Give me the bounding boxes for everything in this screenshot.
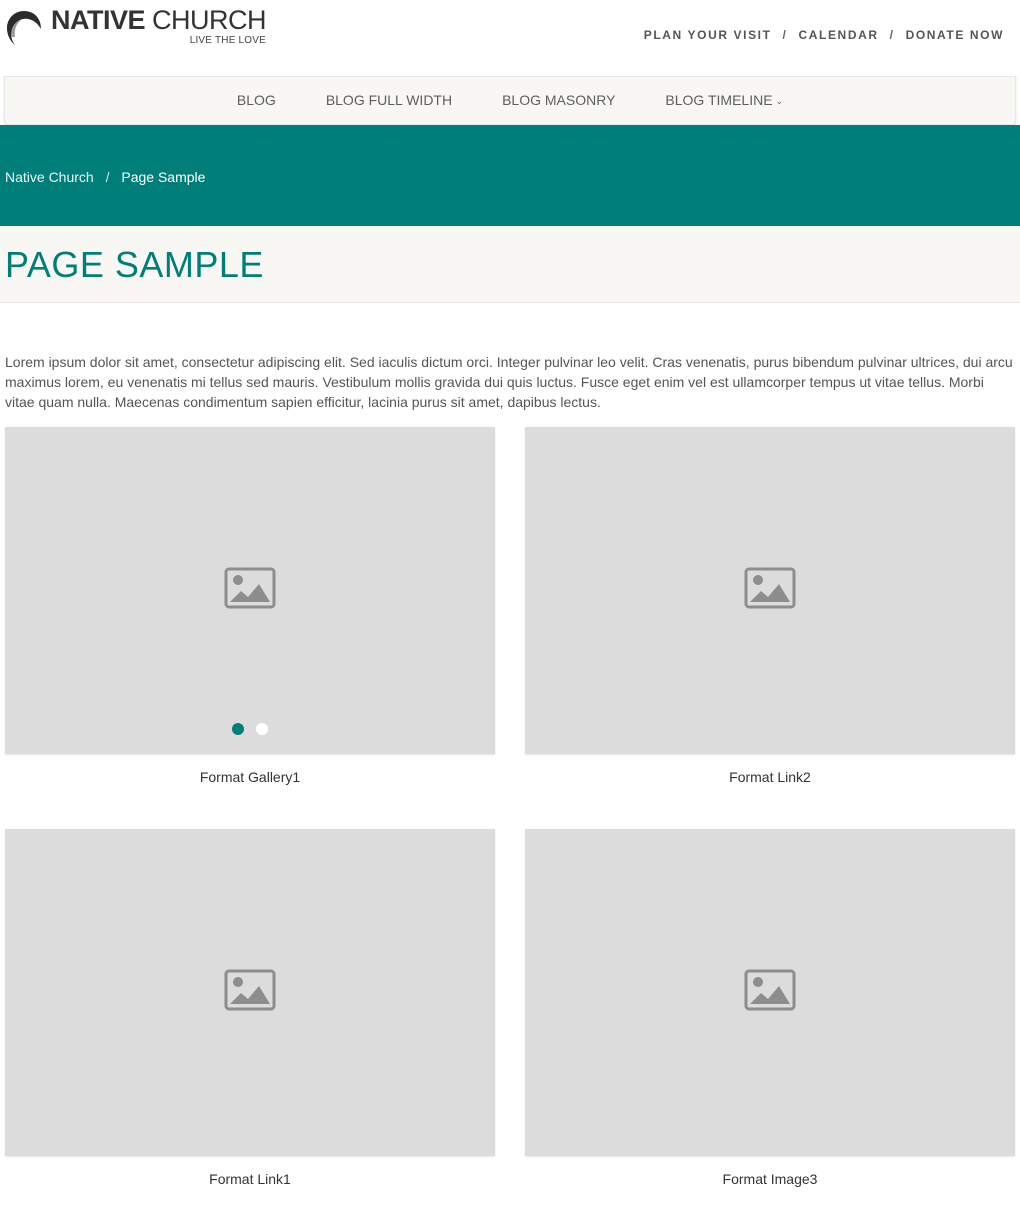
- post-thumbnail[interactable]: [525, 427, 1015, 754]
- site-tagline: LIVE THE LOVE: [189, 35, 267, 46]
- top-nav-separator: /: [782, 28, 788, 42]
- slider-dot[interactable]: [256, 723, 268, 735]
- intro-paragraph: Lorem ipsum dolor sit amet, consectetur …: [5, 354, 1013, 410]
- top-nav-calendar[interactable]: CALENDAR: [798, 28, 878, 42]
- page-title: PAGE SAMPLE: [5, 244, 264, 285]
- slider-dots: [5, 723, 495, 735]
- main-menu-bar: BLOG BLOG FULL WIDTH BLOG MASONRY BLOG T…: [4, 76, 1016, 125]
- top-nav: PLAN YOUR VISIT / CALENDAR / DONATE NOW: [644, 28, 1004, 42]
- post-thumbnail[interactable]: [525, 829, 1015, 1156]
- post-card[interactable]: Format Link2: [525, 427, 1015, 785]
- menu-item-blog-full-width[interactable]: BLOG FULL WIDTH: [326, 92, 452, 108]
- page-title-band: PAGE SAMPLE: [0, 226, 1020, 303]
- breadcrumb-separator: /: [105, 169, 110, 185]
- menu-item-label: BLOG TIMELINE: [665, 92, 773, 108]
- site-name: NATIVE CHURCH: [51, 5, 267, 35]
- post-caption[interactable]: Format Gallery1: [5, 769, 495, 785]
- menu-item-blog-timeline[interactable]: BLOG TIMELINE ⌄: [665, 92, 783, 108]
- image-placeholder-icon: [744, 567, 796, 609]
- top-nav-donate-now[interactable]: DONATE NOW: [906, 28, 1004, 42]
- top-nav-plan-your-visit[interactable]: PLAN YOUR VISIT: [644, 28, 772, 42]
- post-card[interactable]: Format Image3: [525, 829, 1015, 1187]
- post-thumbnail[interactable]: [5, 427, 495, 754]
- image-placeholder-icon: [224, 969, 276, 1011]
- image-placeholder-icon: [224, 567, 276, 609]
- breadcrumb: Native Church / Page Sample: [5, 169, 205, 185]
- site-header: NATIVE CHURCH LIVE THE LOVE PLAN YOUR VI…: [0, 0, 1020, 76]
- post-thumbnail[interactable]: [5, 829, 495, 1156]
- church-logo-icon: [7, 11, 41, 45]
- image-placeholder-icon: [744, 969, 796, 1011]
- post-caption[interactable]: Format Link1: [5, 1171, 495, 1187]
- top-nav-separator: /: [889, 28, 895, 42]
- menu-item-blog-masonry[interactable]: BLOG MASONRY: [502, 92, 615, 108]
- main-menu: BLOG BLOG FULL WIDTH BLOG MASONRY BLOG T…: [5, 92, 1015, 108]
- post-caption[interactable]: Format Image3: [525, 1171, 1015, 1187]
- post-card[interactable]: Format Link1: [5, 829, 495, 1187]
- site-logo[interactable]: NATIVE CHURCH LIVE THE LOVE: [4, 5, 267, 47]
- menu-item-blog[interactable]: BLOG: [237, 92, 276, 108]
- slider-dot-active[interactable]: [232, 723, 244, 735]
- post-caption[interactable]: Format Link2: [525, 769, 1015, 785]
- breadcrumb-current: Page Sample: [121, 169, 206, 185]
- post-card[interactable]: Format Gallery1: [5, 427, 495, 785]
- breadcrumb-home-link[interactable]: Native Church: [5, 169, 94, 185]
- breadcrumb-band: Native Church / Page Sample: [0, 125, 1020, 226]
- chevron-down-icon: ⌄: [775, 96, 784, 106]
